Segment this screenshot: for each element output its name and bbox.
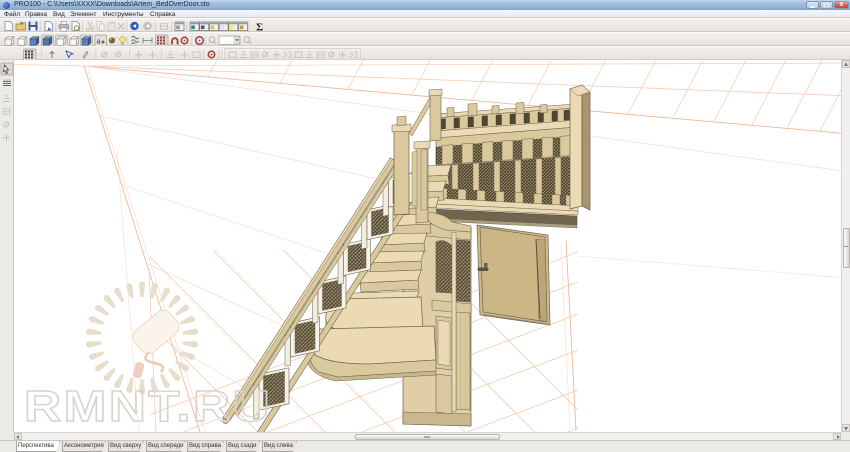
svg-text:a: a bbox=[97, 39, 101, 46]
svg-text:RMNT.RU: RMNT.RU bbox=[24, 382, 272, 431]
